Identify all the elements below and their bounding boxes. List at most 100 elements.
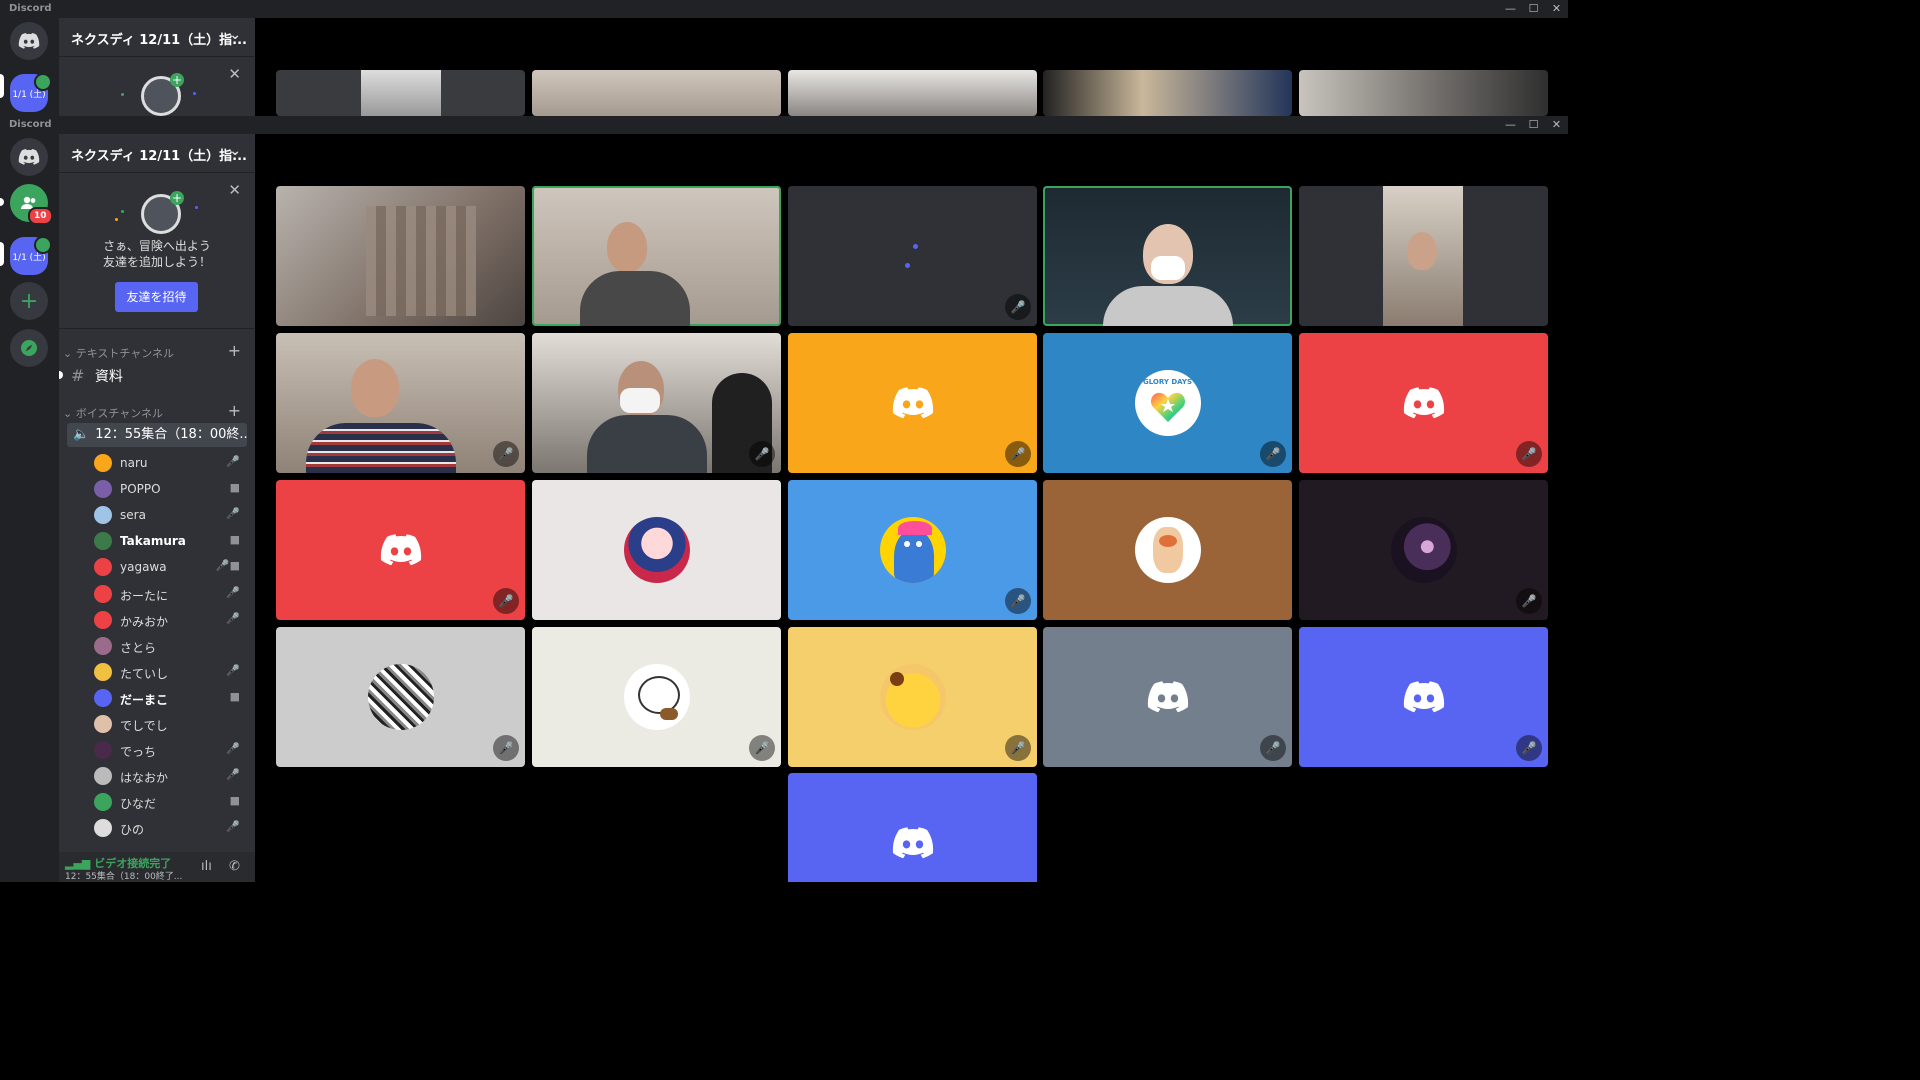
video-tile[interactable] <box>1299 186 1548 326</box>
avatar-tile[interactable]: 🎤 <box>276 627 525 767</box>
member-name: でしでし <box>120 719 168 733</box>
member-status-icon: ■ <box>229 794 240 808</box>
muted-mic-icon: 🎤 <box>1005 294 1031 320</box>
back-video-tile[interactable] <box>788 70 1037 116</box>
voice-member[interactable]: はなおか 🎤 <box>94 765 246 787</box>
back-video-tile[interactable] <box>276 70 525 116</box>
add-friend-illustration: + <box>141 73 184 116</box>
add-server-button[interactable]: + <box>10 282 48 320</box>
close-button[interactable]: ✕ <box>1545 0 1568 18</box>
guild-header[interactable]: ネクスディ 12/11（土）指... ⌄ <box>59 134 255 173</box>
close-icon[interactable]: ✕ <box>228 65 241 83</box>
avatar-tile[interactable]: 🎤 <box>788 480 1037 620</box>
voice-member[interactable]: だーまこ ■ <box>94 687 246 709</box>
minimize-button[interactable]: — <box>1499 0 1522 18</box>
text-channel-shiryo[interactable]: # 資料 <box>71 366 123 386</box>
maximize-button[interactable]: ☐ <box>1522 116 1545 134</box>
avatar-tile[interactable]: 🎤 <box>788 627 1037 767</box>
discord-avatar-icon <box>892 387 933 419</box>
avatar-tile[interactable]: 🎤 <box>1299 333 1548 473</box>
heart-icon <box>1150 392 1185 422</box>
member-name: たていし <box>120 666 169 681</box>
voice-member[interactable]: かみおか 🎤 <box>94 609 246 631</box>
member-name: yagawa <box>120 560 167 575</box>
voice-member[interactable]: Takamura ■ <box>94 530 246 552</box>
member-name: POPPO <box>120 482 161 497</box>
unread-indicator <box>0 198 4 206</box>
chevron-down-icon: ⌄ <box>63 347 73 360</box>
back-video-tile[interactable] <box>1043 70 1292 116</box>
minimize-button[interactable]: — <box>1499 116 1522 134</box>
muted-mic-icon: 🎤 <box>1005 441 1031 467</box>
voice-status-panel: ▂▄▆ ビデオ接続完了 12：55集合（18：00終了... ılı ✆ <box>59 852 255 882</box>
close-icon[interactable]: ✕ <box>228 181 241 199</box>
close-button[interactable]: ✕ <box>1545 116 1568 134</box>
member-avatar <box>94 610 112 629</box>
spark-decoration <box>121 93 124 96</box>
member-name: はなおか <box>120 771 169 786</box>
avatar-tile[interactable]: 🎤 <box>1299 480 1548 620</box>
add-voice-channel-button[interactable]: + <box>228 401 241 420</box>
avatar-tile[interactable] <box>1043 480 1292 620</box>
guild-header[interactable]: ネクスディ 12/11（土）指... ⌄ <box>59 18 255 57</box>
voice-member[interactable]: ひなだ ■ <box>94 791 246 813</box>
video-tile[interactable] <box>276 186 525 326</box>
back-video-tile[interactable] <box>532 70 781 116</box>
voice-member[interactable]: sera 🎤 <box>94 504 246 526</box>
voice-member[interactable]: さとら <box>94 635 246 657</box>
category-text-channels[interactable]: ⌄ テキストチャンネル <box>63 345 174 361</box>
avatar-tile[interactable]: 🎤 <box>1043 627 1292 767</box>
active-server-indicator <box>0 74 4 98</box>
mascot-avatar <box>1134 517 1201 583</box>
member-avatar <box>94 793 112 812</box>
avatar-tile[interactable]: 🎤 <box>276 480 525 620</box>
avatar-tile[interactable]: GLORY DAYS 🎤 <box>1043 333 1292 473</box>
disconnect-icon[interactable]: ✆ <box>229 859 240 874</box>
voice-member[interactable]: でしでし <box>94 713 246 735</box>
avatar-tile[interactable]: 🎤 <box>788 333 1037 473</box>
video-tile-loading[interactable]: 🎤 <box>788 186 1037 326</box>
add-text-channel-button[interactable]: + <box>228 341 241 360</box>
plus-icon: + <box>19 288 39 314</box>
avatar-tile[interactable] <box>532 480 781 620</box>
avatar-tile[interactable] <box>788 773 1037 882</box>
video-tile-speaking[interactable] <box>532 186 781 326</box>
home-button[interactable] <box>10 138 48 176</box>
voice-channel-subtitle[interactable]: 12：55集合（18：00終了... <box>65 869 182 882</box>
voice-member[interactable]: おーたに 🎤 <box>94 583 246 605</box>
video-tile[interactable]: 🎤 <box>276 333 525 473</box>
back-video-tile[interactable] <box>1299 70 1548 116</box>
soundboard-icon[interactable]: ılı <box>201 859 212 874</box>
channel-sidebar: ネクスディ 12/11（土）指... ⌄ ✕ + さぁ、冒険へ出よう 友達を追加… <box>59 134 255 852</box>
discord-avatar-icon <box>892 827 933 859</box>
voice-member[interactable]: POPPO ■ <box>94 478 246 500</box>
avatar-tile[interactable]: 🎤 <box>1299 627 1548 767</box>
member-status-icon: 🎤 <box>226 455 240 468</box>
discord-avatar-icon <box>1147 681 1188 713</box>
video-tile-speaking[interactable] <box>1043 186 1292 326</box>
avatar-tile[interactable]: 🎤 <box>532 627 781 767</box>
voice-member[interactable]: たていし 🎤 <box>94 661 246 683</box>
video-tile[interactable]: 🎤 <box>532 333 781 473</box>
home-button[interactable] <box>10 22 48 60</box>
voice-member[interactable]: ひの 🎤 <box>94 817 246 839</box>
member-status-icon: 🎤■ <box>215 559 240 573</box>
invite-friends-button[interactable]: 友達を招待 <box>115 282 198 312</box>
explore-servers-button[interactable] <box>10 329 48 367</box>
main-window-titlebar: Discord — ☐ ✕ <box>0 116 1568 134</box>
voice-member[interactable]: yagawa 🎤■ <box>94 556 246 578</box>
member-status-icon: 🎤 <box>226 585 240 599</box>
glory-days-avatar: GLORY DAYS <box>1134 370 1201 436</box>
category-voice-channels[interactable]: ⌄ ボイスチャンネル <box>63 405 163 421</box>
maximize-button[interactable]: ☐ <box>1522 0 1545 18</box>
muted-mic-icon: 🎤 <box>1516 588 1542 614</box>
member-avatar <box>94 584 112 603</box>
hash-icon: # <box>71 366 85 385</box>
member-avatar <box>94 688 112 707</box>
voice-member[interactable]: naru 🎤 <box>94 452 246 474</box>
member-status-icon: ■ <box>229 533 240 547</box>
member-name: naru <box>120 456 148 470</box>
voice-channel-active[interactable]: 🔈 12：55集合（18：00終... <box>67 423 247 447</box>
discord-avatar-icon <box>380 534 421 566</box>
voice-member[interactable]: でっち 🎤 <box>94 739 246 761</box>
